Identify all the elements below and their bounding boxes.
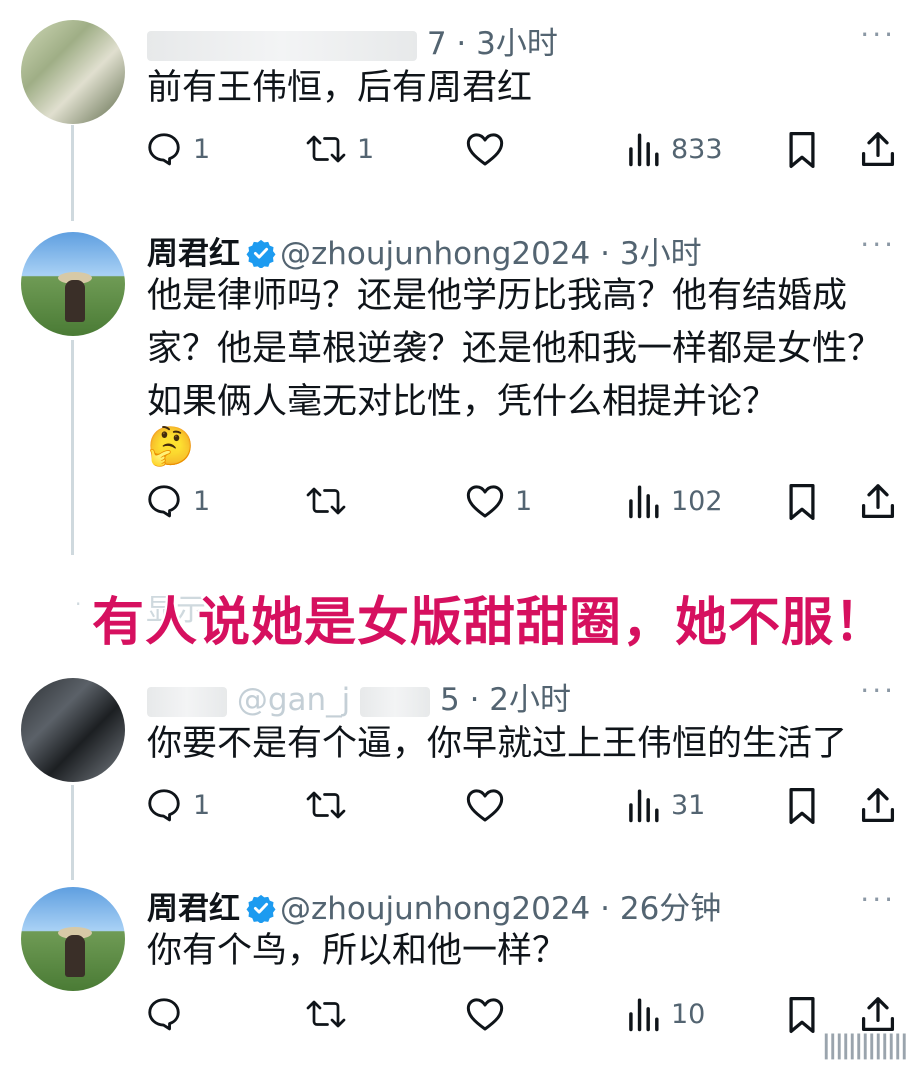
tweet-header: 周君红 @zhoujunhong2024 · 26分钟 — [147, 883, 721, 931]
caption-banner: 有人说她是女版甜甜圈，她不服！ — [92, 593, 888, 653]
share-icon — [861, 132, 895, 167]
bookmark-button[interactable] — [785, 786, 819, 826]
tweet-text: 你要不是有个逼，你早就过上王伟恒的生活了 — [147, 724, 848, 764]
tweet-text: 前有王伟恒，后有周君红 — [147, 68, 533, 108]
more-options-button[interactable]: ··· — [860, 883, 896, 916]
timestamp[interactable]: · 26分钟 — [600, 891, 721, 927]
tweet-4[interactable]: 周君红 @zhoujunhong2024 · 26分钟 ··· 你有个鸟，所以和他… — [0, 875, 922, 1065]
views-button[interactable]: 102 — [625, 482, 723, 520]
tweet-2[interactable]: 周君红 @zhoujunhong2024 · 3小时 ··· 他是律师吗？还是他学… — [0, 220, 922, 560]
share-button[interactable] — [860, 482, 896, 522]
avatar[interactable] — [21, 887, 125, 991]
views-button[interactable]: 10 — [625, 995, 705, 1033]
tweet-actions: 10 — [145, 995, 900, 1035]
reply-icon — [148, 789, 180, 822]
bookmark-icon — [789, 788, 815, 824]
retweet-button[interactable] — [305, 995, 357, 1033]
redacted-name — [147, 30, 417, 61]
retweet-count: 1 — [357, 133, 375, 165]
watermark-logo: ||||||||||||| — [821, 1030, 909, 1060]
display-name[interactable]: 周君红 — [147, 236, 240, 272]
display-name[interactable]: 周君红 — [147, 891, 240, 927]
user-handle[interactable]: @zhoujunhong2024 — [280, 236, 590, 272]
tweet-actions: 1 31 — [145, 786, 900, 826]
tweet-text: 他是律师吗？还是他学历比我高？他有结婚成家？他是草根逆袭？还是他和我一样都是女性… — [147, 276, 883, 422]
redacted-handle — [360, 686, 431, 717]
avatar[interactable] — [21, 20, 125, 124]
retweet-icon — [306, 135, 346, 163]
like-button[interactable] — [465, 995, 515, 1033]
reply-count: 1 — [193, 133, 211, 165]
reply-count: 1 — [193, 789, 211, 821]
analytics-icon — [629, 485, 659, 519]
share-button[interactable] — [860, 786, 896, 826]
tweet-text: 你有个鸟，所以和他一样？ — [147, 931, 568, 971]
share-icon — [861, 788, 895, 823]
bookmark-icon — [789, 997, 815, 1033]
share-button[interactable] — [860, 995, 896, 1035]
tweet-actions: 1 1 102 — [145, 482, 900, 522]
timestamp[interactable]: 7 · 3小时 — [427, 26, 558, 62]
views-button[interactable]: 31 — [625, 786, 705, 824]
like-button[interactable] — [465, 130, 515, 168]
more-options-button[interactable]: ··· — [860, 674, 896, 707]
analytics-icon — [629, 998, 659, 1032]
like-count: 1 — [515, 485, 533, 517]
more-options-button[interactable]: ··· — [860, 228, 896, 261]
reply-icon — [148, 485, 180, 518]
heart-icon — [466, 998, 504, 1031]
view-count: 102 — [671, 485, 723, 517]
thinking-emoji: 🤔 — [147, 424, 195, 468]
reply-icon — [148, 998, 180, 1031]
share-icon — [861, 997, 895, 1032]
retweet-button[interactable] — [305, 786, 357, 824]
tweet-header: 周君红 @zhoujunhong2024 · 3小时 — [147, 228, 702, 276]
tweet-1[interactable]: 7 · 3小时 ··· 前有王伟恒，后有周君红 1 1 833 — [0, 0, 922, 200]
bookmark-button[interactable] — [785, 482, 819, 522]
bookmark-button[interactable] — [785, 130, 819, 170]
reply-button[interactable]: 1 — [145, 130, 210, 168]
redacted-name — [147, 686, 227, 717]
bookmark-icon — [789, 484, 815, 520]
retweet-icon — [306, 487, 346, 515]
retweet-button[interactable]: 1 — [305, 130, 374, 168]
reply-count: 1 — [193, 485, 211, 517]
view-count: 10 — [671, 998, 706, 1030]
avatar-figure-shape — [65, 935, 85, 977]
share-icon — [861, 484, 895, 519]
bookmark-icon — [789, 132, 815, 168]
avatar[interactable] — [21, 678, 125, 782]
share-button[interactable] — [860, 130, 896, 170]
analytics-icon — [629, 133, 659, 167]
timestamp[interactable]: · 3小时 — [600, 236, 701, 272]
like-button[interactable] — [465, 786, 515, 824]
timestamp[interactable]: 5 · 2小时 — [440, 682, 571, 718]
more-options-button[interactable]: ··· — [860, 18, 896, 51]
reply-button[interactable]: 1 — [145, 786, 210, 824]
avatar[interactable] — [21, 232, 125, 336]
retweet-icon — [306, 791, 346, 819]
heart-icon — [466, 789, 504, 822]
view-count: 833 — [671, 133, 723, 165]
avatar-figure-shape — [65, 280, 85, 322]
retweet-icon — [306, 1000, 346, 1028]
like-button[interactable]: 1 — [465, 482, 532, 520]
tweet-3[interactable]: @gan_j 5 · 2小时 ··· 你要不是有个逼，你早就过上王伟恒的生活了 … — [0, 670, 922, 860]
heart-icon — [466, 485, 504, 518]
reply-button[interactable] — [145, 995, 193, 1033]
bookmark-button[interactable] — [785, 995, 819, 1035]
tweet-header: 7 · 3小时 — [147, 18, 558, 63]
views-button[interactable]: 833 — [625, 130, 723, 168]
reply-button[interactable]: 1 — [145, 482, 210, 520]
view-count: 31 — [671, 789, 706, 821]
analytics-icon — [629, 789, 659, 823]
user-handle[interactable]: @zhoujunhong2024 — [280, 891, 590, 927]
tweet-actions: 1 1 833 — [145, 130, 900, 170]
heart-icon — [466, 133, 504, 166]
retweet-button[interactable] — [305, 482, 357, 520]
reply-icon — [148, 133, 180, 166]
tweet-header: @gan_j 5 · 2小时 — [147, 674, 571, 719]
user-handle[interactable]: @gan_j — [237, 682, 350, 718]
